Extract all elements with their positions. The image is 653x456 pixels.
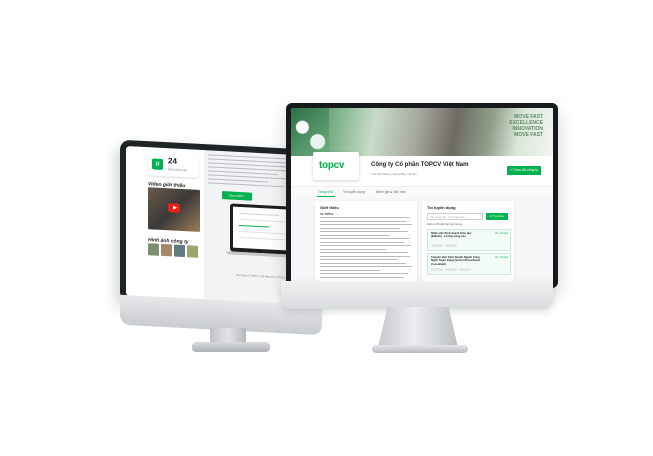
- text-line: [320, 248, 386, 250]
- job-tag: [445, 268, 457, 271]
- company-logo: topcv: [313, 152, 359, 180]
- text-line: [320, 231, 408, 233]
- job-tag: [445, 244, 457, 247]
- job-salary: 15 - 30 triệu: [495, 256, 508, 259]
- follow-company-button[interactable]: + Theo dõi công ty: [507, 166, 541, 175]
- job-card[interactable]: Nhân viên Kinh doanh Giáo dục (Edtech) -…: [427, 229, 511, 251]
- text-line: [320, 259, 398, 261]
- cover-slogan-line: MOVE FAST: [514, 132, 543, 138]
- text-line: [320, 238, 410, 240]
- job-card[interactable]: Chuyên Viên Kinh Doanh Ngành Công Nghệ T…: [427, 253, 511, 275]
- text-line: [320, 241, 404, 243]
- job-search-button[interactable]: Q Tìm kiếm: [486, 213, 508, 220]
- text-line: [239, 230, 289, 235]
- see-more-button[interactable]: Xem thêm ›: [222, 191, 252, 201]
- job-salary: 10 - 20 triệu: [495, 232, 508, 235]
- tab-home[interactable]: Trang chủ: [318, 190, 333, 194]
- cover-photo: MOVE FAST EXCELLENCE INNOVATION MOVE FAS…: [291, 108, 553, 156]
- text-line: [320, 234, 390, 236]
- cover-wall-art: [291, 108, 329, 156]
- company-tabs: Trang chủ Tin tuyển dụng Đánh giá & Văn …: [291, 186, 553, 198]
- gallery-thumb[interactable]: [161, 243, 172, 257]
- front-monitor-base: [372, 345, 468, 353]
- company-name: Công ty Cổ phần TOPCV Việt Nam: [371, 162, 469, 168]
- job-title[interactable]: Chuyên Viên Kinh Doanh Ngành Công Nghệ T…: [431, 256, 481, 266]
- job-tag: [459, 268, 471, 271]
- intro-title: Giới thiệu: [320, 205, 339, 210]
- job-title[interactable]: Nhân viên Kinh doanh Giáo dục (Edtech) -…: [431, 232, 481, 239]
- gallery-thumb[interactable]: [148, 243, 159, 256]
- front-monitor-screen: MOVE FAST EXCELLENCE INNOVATION MOVE FAS…: [286, 103, 558, 288]
- text-line: [320, 255, 410, 257]
- back-left-column: # 24 Giới công việc Video giới thiệu Hìn…: [126, 146, 204, 301]
- front-monitor-chin: [281, 281, 553, 309]
- footer-note: Việc làm tại TOPCV Việt Nam với 1,000 ti…: [236, 273, 286, 280]
- stat-label: Giới công việc: [168, 167, 188, 173]
- text-line: [320, 269, 380, 271]
- jobs-count: Hiện có 89 việc làm tại công ty: [427, 223, 463, 226]
- text-line: [239, 212, 279, 217]
- gallery-thumb[interactable]: [187, 245, 198, 258]
- tab-jobs[interactable]: Tin tuyển dụng: [343, 190, 365, 194]
- gallery-thumb[interactable]: [174, 244, 185, 258]
- text-line: [320, 252, 408, 254]
- back-monitor-base: [192, 342, 270, 352]
- play-icon[interactable]: [168, 203, 180, 213]
- cover-slogan: MOVE FAST EXCELLENCE INNOVATION MOVE FAS…: [509, 114, 543, 138]
- text-line: [320, 227, 400, 229]
- job-tag: [431, 244, 443, 247]
- stat-number: 24: [168, 156, 177, 166]
- company-address: Tòa FS Palazo, Hàng Đẫy, Hà Nội: [371, 172, 417, 176]
- jobs-panel: Tin tuyển dụng Tên công việc, vị trí ứng…: [422, 201, 514, 283]
- front-monitor-stand: [378, 307, 458, 347]
- text-line: [239, 236, 285, 241]
- text-line: [320, 266, 412, 268]
- logo-text: topcv: [319, 160, 345, 171]
- text-line: [239, 224, 269, 228]
- job-stat-card: # 24 Giới công việc: [148, 153, 198, 178]
- text-line: [320, 276, 404, 278]
- tab-reviews[interactable]: Đánh giá & Văn hóa: [376, 190, 406, 194]
- briefcase-icon: #: [152, 158, 163, 170]
- video-thumbnail[interactable]: [148, 187, 200, 232]
- text-line: [320, 273, 408, 275]
- text-line: [320, 217, 410, 219]
- text-line: [320, 220, 406, 222]
- intro-panel: Giới thiệu Về TOPCV: [315, 201, 417, 283]
- job-search-input[interactable]: Tên công việc, vị trí ứng tuyển: [427, 213, 483, 220]
- text-line: [208, 182, 284, 188]
- intro-subtitle: Về TOPCV: [320, 212, 334, 216]
- text-line: [320, 262, 406, 264]
- active-tab-indicator: [317, 196, 335, 197]
- job-tag: [431, 268, 443, 271]
- text-line: [320, 224, 412, 226]
- company-header: topcv Công ty Cổ phần TOPCV Việt Nam Tòa…: [291, 152, 553, 186]
- text-line: [320, 245, 411, 247]
- jobs-title: Tin tuyển dụng: [427, 205, 456, 210]
